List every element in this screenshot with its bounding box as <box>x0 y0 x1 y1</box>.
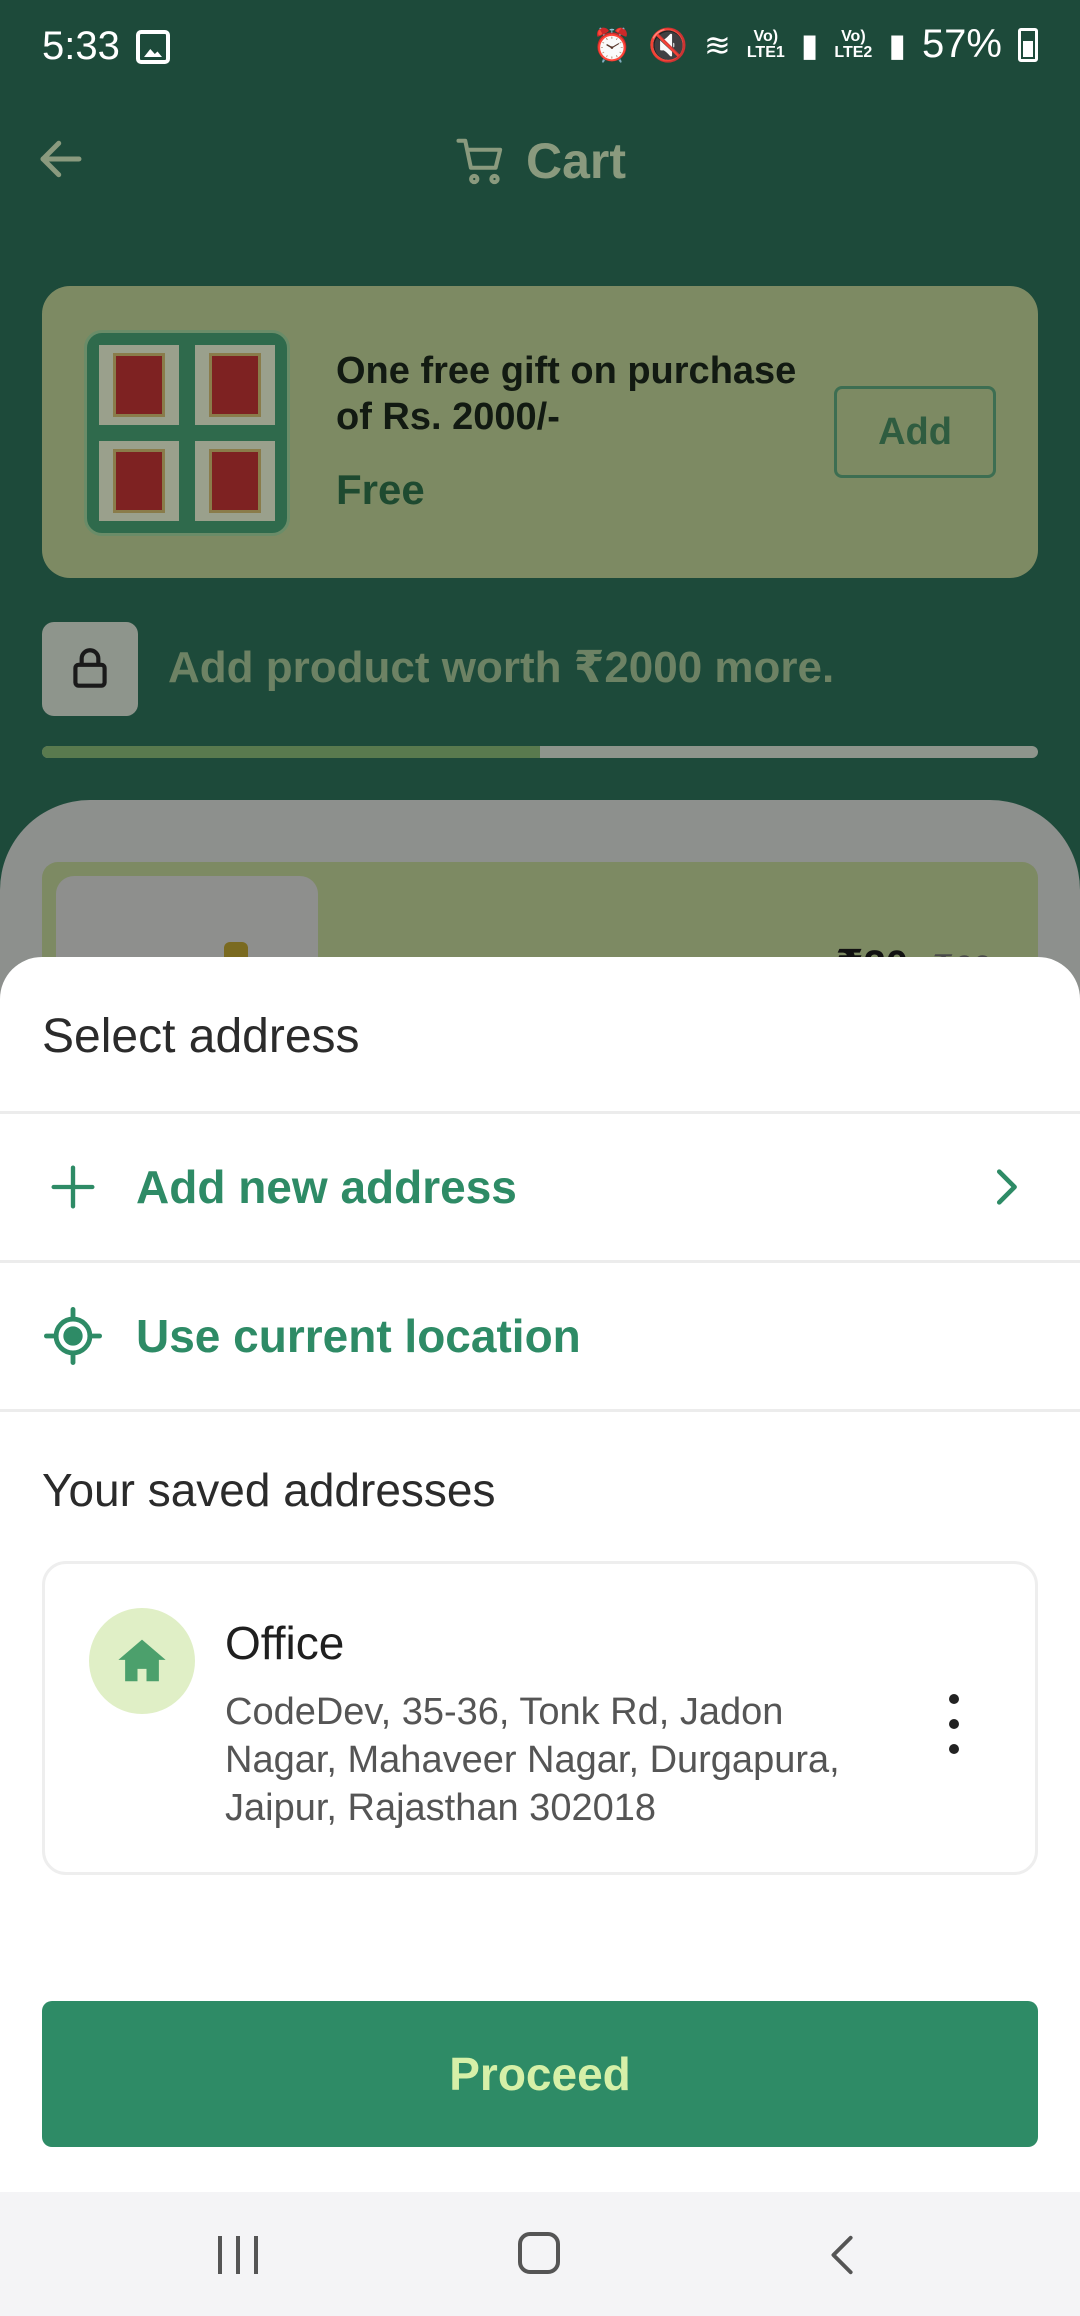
sim2-label: Vo) LTE2 <box>834 27 873 61</box>
unlock-message: Add product worth ₹2000 more. <box>168 643 835 692</box>
app-header: Cart <box>0 96 1080 226</box>
page-title: Cart <box>525 133 627 189</box>
sim1-label: Vo) LTE1 <box>746 27 785 61</box>
saved-address-card[interactable]: Office CodeDev, 35-36, Tonk Rd, Jadon Na… <box>42 1561 1038 1875</box>
gift-price: Free <box>336 466 425 513</box>
gift-tile <box>195 345 275 425</box>
add-new-address-label: Add new address <box>136 1161 517 1213</box>
add-gift-button[interactable]: Add <box>834 386 996 478</box>
select-address-sheet: Select address Add new address Use curre… <box>0 957 1080 2192</box>
signal-icon: ▮ <box>888 26 906 63</box>
plus-icon <box>51 1165 95 1209</box>
status-time: 5:33 <box>42 24 120 68</box>
chevron-right-icon <box>996 1169 1017 1205</box>
system-nav-bar <box>0 2192 1080 2316</box>
address-label: Office <box>225 1617 345 1669</box>
unlock-progress-bar <box>42 746 1038 758</box>
mute-icon: 🔇 <box>648 26 689 63</box>
gift-tile <box>99 441 179 521</box>
wifi-icon: ≋ <box>704 26 731 63</box>
recents-icon[interactable] <box>218 2236 258 2274</box>
header-title-group: Cart <box>0 132 1080 190</box>
signal-icon: ▮ <box>800 26 819 63</box>
unlock-progress-fill <box>42 746 540 758</box>
saved-addresses-heading: Your saved addresses <box>42 1464 496 1516</box>
battery-percent: 57% <box>921 22 1002 66</box>
status-icons: ⏰ 🔇 ≋ Vo) LTE1 ▮ Vo) LTE2 ▮ 57% <box>592 22 1038 67</box>
free-gift-card: One free gift on purchase of Rs. 2000/- … <box>42 286 1038 578</box>
gift-tile <box>195 441 275 521</box>
sheet-title: Select address <box>42 1010 360 1063</box>
divider <box>0 1409 1080 1412</box>
gift-tile <box>99 345 179 425</box>
gift-image <box>84 330 290 536</box>
lock-badge <box>42 622 138 716</box>
home-button-icon[interactable] <box>518 2232 560 2274</box>
location-target-icon <box>44 1307 102 1365</box>
gift-description: One free gift on purchase of Rs. 2000/- <box>336 350 797 438</box>
nav-back-icon[interactable] <box>820 2232 866 2278</box>
image-icon <box>136 30 170 64</box>
use-current-location-row[interactable]: Use current location <box>0 1263 1080 1409</box>
cart-icon <box>456 138 503 185</box>
more-options-icon[interactable] <box>939 1694 969 1754</box>
alarm-icon: ⏰ <box>592 26 633 63</box>
home-icon <box>118 1639 166 1682</box>
use-current-location-label: Use current location <box>136 1310 581 1362</box>
proceed-button[interactable]: Proceed <box>42 2001 1038 2147</box>
add-new-address-row[interactable]: Add new address <box>0 1114 1080 1260</box>
address-text: CodeDev, 35-36, Tonk Rd, Jadon Nagar, Ma… <box>225 1691 840 1829</box>
status-bar: 5:33 ⏰ 🔇 ≋ Vo) LTE1 ▮ Vo) LTE2 ▮ 57% <box>0 0 1080 96</box>
lock-icon <box>73 648 107 688</box>
address-type-avatar <box>89 1608 195 1714</box>
battery-icon <box>1018 27 1038 62</box>
